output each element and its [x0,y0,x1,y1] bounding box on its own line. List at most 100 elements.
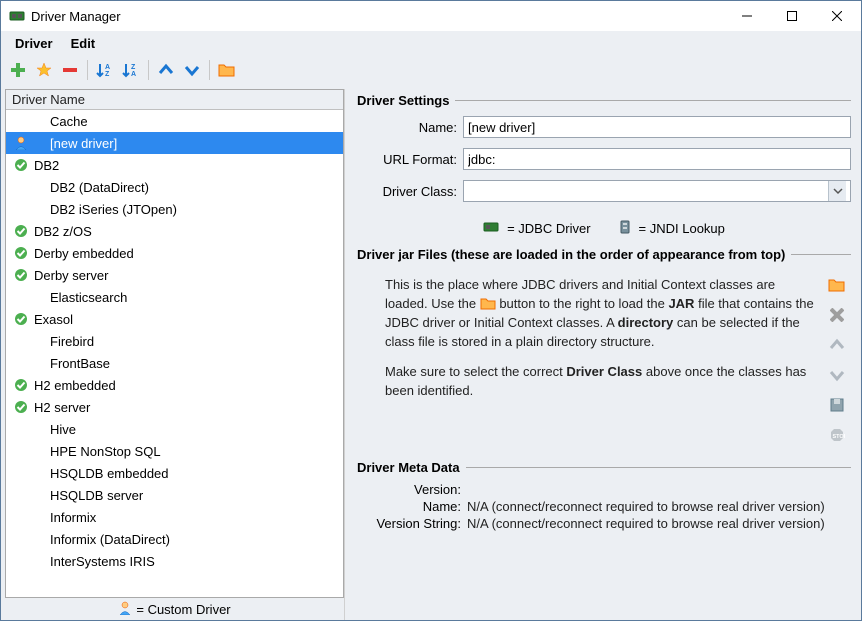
driver-list-row[interactable]: Elasticsearch [6,286,343,308]
maximize-button[interactable] [769,2,814,30]
driver-list-row[interactable]: Firebird [6,330,343,352]
jar-text-2a: Make sure to select the correct [385,364,566,379]
menu-driver[interactable]: Driver [7,34,61,53]
jar-text-dir: directory [618,315,674,330]
driver-list-body[interactable]: Cache [new driver] DB2 DB2 (DataDirect) DB2 … [6,110,343,597]
driver-row-label: InterSystems IRIS [50,554,155,569]
meta-data-label: Driver Meta Data [357,460,460,475]
driver-row-label: DB2 [34,158,59,173]
driver-row-label: Informix [50,510,96,525]
driver-list: Driver Name Cache [new driver] DB2 DB2 (Dat… [5,89,344,598]
toolbar: AZ ZA [1,55,861,85]
driver-list-row[interactable]: H2 embedded [6,374,343,396]
driver-row-label: HSQLDB server [50,488,143,503]
driver-row-label: DB2 iSeries (JTOpen) [50,202,177,217]
legend-custom-label: = Custom Driver [136,602,230,617]
driver-row-label: DB2 (DataDirect) [50,180,149,195]
driver-list-row[interactable]: InterSystems IRIS [6,550,343,572]
window-title: Driver Manager [31,9,724,24]
close-button[interactable] [814,2,859,30]
driver-list-row[interactable]: Informix (DataDirect) [6,528,343,550]
driver-row-label: FrontBase [50,356,110,371]
svg-text:Z: Z [105,71,110,78]
driver-settings-label: Driver Settings [357,93,449,108]
svg-text:Z: Z [131,64,136,71]
driver-list-row[interactable]: Exasol [6,308,343,330]
driver-list-row[interactable]: Cache [6,110,343,132]
meta-name-row: Name: N/A (connect/reconnect required to… [357,498,851,515]
driver-row-label: Derby server [34,268,108,283]
jar-side-buttons: STOP [823,272,851,446]
name-row: Name: [357,116,851,138]
driver-list-row[interactable]: H2 server [6,396,343,418]
class-label: Driver Class: [357,184,463,199]
chevron-down-icon[interactable] [828,181,846,201]
driver-list-row[interactable]: Informix [6,506,343,528]
sort-desc-button[interactable]: ZA [120,59,142,81]
ok-icon [12,378,30,392]
driver-list-row[interactable]: DB2 iSeries (JTOpen) [6,198,343,220]
menubar: Driver Edit [1,31,861,55]
user-icon [12,136,30,150]
meta-data-section: Version: Name: N/A (connect/reconnect re… [357,481,851,532]
sort-asc-button[interactable]: AZ [94,59,116,81]
driver-list-row[interactable]: [new driver] [6,132,343,154]
jar-save-button[interactable] [826,394,848,416]
driver-settings-title: Driver Settings [357,93,851,108]
driver-row-label: Elasticsearch [50,290,127,305]
settings-pane: Driver Settings Name: URL Format: Driver… [345,85,861,620]
menu-edit[interactable]: Edit [63,34,104,53]
driver-row-label: HSQLDB embedded [50,466,169,481]
open-folder-button[interactable] [216,59,238,81]
driver-row-label: HPE NonStop SQL [50,444,161,459]
remove-button[interactable] [59,59,81,81]
driver-list-row[interactable]: DB2 [6,154,343,176]
url-row: URL Format: [357,148,851,170]
svg-text:A: A [131,71,136,78]
minimize-button[interactable] [724,2,769,30]
driver-list-row[interactable]: FrontBase [6,352,343,374]
driver-class-combo[interactable] [463,180,851,202]
move-down-button[interactable] [181,59,203,81]
ok-icon [12,224,30,238]
favorite-button[interactable] [33,59,55,81]
driver-list-row[interactable]: Hive [6,418,343,440]
driver-list-row[interactable]: HPE NonStop SQL [6,440,343,462]
driver-list-row[interactable]: Derby server [6,264,343,286]
jar-remove-button[interactable] [826,304,848,326]
driver-row-label: Exasol [34,312,73,327]
driver-list-header[interactable]: Driver Name [6,90,343,110]
ok-icon [12,312,30,326]
driver-row-label: H2 server [34,400,90,415]
name-label: Name: [357,120,463,135]
content-area: Driver Name Cache [new driver] DB2 DB2 (Dat… [1,85,861,620]
titlebar: Driver Manager [1,1,861,31]
name-input[interactable] [463,116,851,138]
driver-row-label: Firebird [50,334,94,349]
driver-row-label: [new driver] [50,136,117,151]
jar-help-text: This is the place where JDBC drivers and… [357,272,817,446]
driver-list-row[interactable]: DB2 z/OS [6,220,343,242]
add-button[interactable] [7,59,29,81]
driver-row-label: Informix (DataDirect) [50,532,170,547]
driver-row-label: DB2 z/OS [34,224,92,239]
url-input[interactable] [463,148,851,170]
jar-move-down-button[interactable] [826,364,848,386]
driver-row-label: Derby embedded [34,246,134,261]
driver-list-row[interactable]: HSQLDB server [6,484,343,506]
driver-list-row[interactable]: DB2 (DataDirect) [6,176,343,198]
driver-list-row[interactable]: HSQLDB embedded [6,462,343,484]
move-up-button[interactable] [155,59,177,81]
driver-list-row[interactable]: Derby embedded [6,242,343,264]
meta-data-title: Driver Meta Data [357,460,851,475]
ok-icon [12,158,30,172]
jar-stop-button[interactable]: STOP [826,424,848,446]
ok-icon [12,268,30,282]
jar-open-button[interactable] [826,274,848,296]
jdbc-chip-icon [483,221,499,236]
jar-files-title: Driver jar Files (these are loaded in th… [357,247,851,262]
toolbar-separator [209,60,210,80]
meta-vstring-row: Version String: N/A (connect/reconnect r… [357,515,851,532]
jar-move-up-button[interactable] [826,334,848,356]
meta-name-label: Name: [357,499,467,514]
